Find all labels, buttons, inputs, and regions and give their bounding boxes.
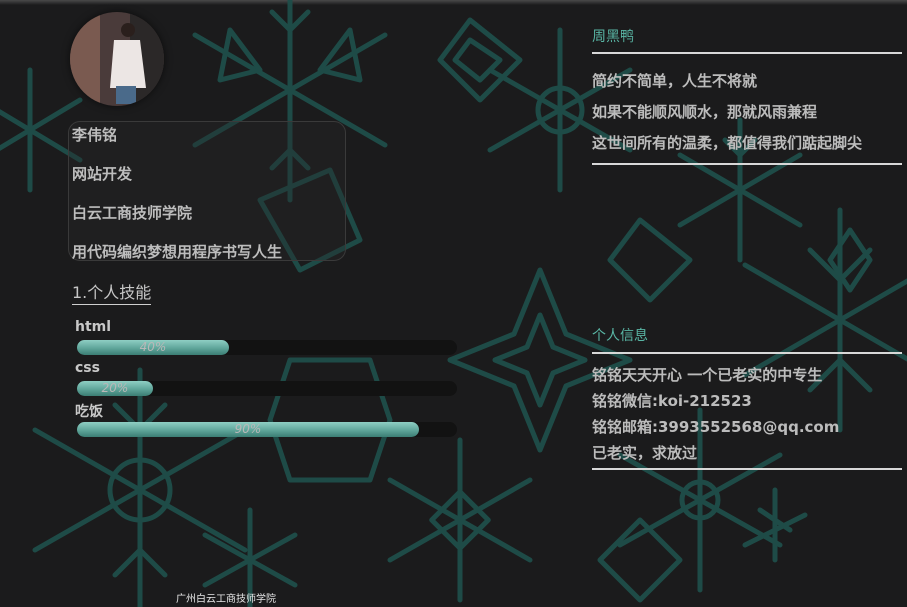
quotes-heading: 周黑鸭 [592,29,634,45]
skill-percent-css: 20% [101,381,129,395]
profile-name: 李伟铭 [72,126,118,144]
profile-role: 网站开发 [72,165,133,183]
skill-label-html: html [75,319,112,335]
quote-line: 简约不简单，人生不将就 [592,72,758,90]
quote-line: 如果不能顺风顺水，那就风雨兼程 [592,103,818,121]
skill-label-css: css [75,360,100,376]
profile-motto: 用代码编织梦想用程序书写人生 [72,243,283,261]
skills-heading: 1.个人技能 [72,279,152,305]
info-line: 已老实，求放过 [592,444,698,462]
profile-school: 白云工商技师学院 [72,204,193,222]
skill-bar-eating: 90% [77,422,457,437]
info-email: 铭铭邮箱:3993552568@qq.com [592,418,840,436]
quote-line: 这世间所有的温柔，都值得我们踮起脚尖 [592,134,863,152]
info-bottom-rule [592,468,902,470]
quotes-bottom-rule [592,163,902,165]
info-heading: 个人信息 [592,328,648,344]
info-wechat: 铭铭微信:koi-212523 [592,392,752,410]
info-top-rule [592,352,902,354]
skill-label-eating: 吃饭 [75,404,103,420]
quotes-top-rule [592,52,902,54]
footer-text: 广州白云工商技师学院 [176,594,276,605]
avatar [70,12,164,106]
skill-percent-eating: 90% [234,422,262,436]
skill-bar-css: 20% [77,381,457,396]
info-line: 铭铭天天开心 一个已老实的中专生 [592,366,823,384]
skill-bar-html: 40% [77,340,457,355]
skill-percent-html: 40% [139,340,167,354]
profile-photo [70,12,164,106]
